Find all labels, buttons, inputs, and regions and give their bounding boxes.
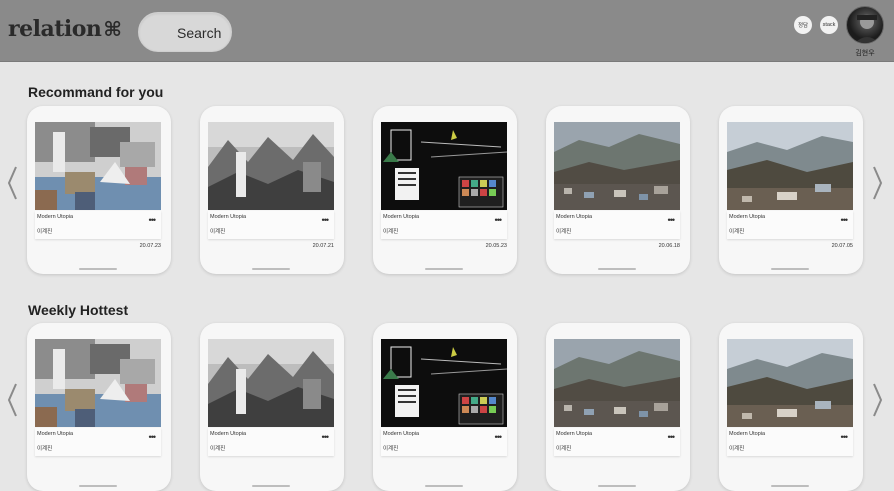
chevron-left-icon[interactable] bbox=[5, 382, 19, 418]
artwork-author: 이계진 bbox=[556, 446, 572, 452]
card-handle bbox=[771, 268, 809, 270]
more-icon[interactable]: ••• bbox=[668, 216, 676, 225]
chevron-right-icon[interactable] bbox=[871, 165, 885, 201]
username: 김현우 bbox=[855, 50, 875, 57]
artwork-info: Modern Utopia 이계진 ••• bbox=[35, 211, 161, 239]
artwork-thumbnail[interactable] bbox=[208, 339, 334, 427]
artwork-date: 20.05.23 bbox=[485, 243, 507, 249]
section-title-recommand: Recommand for you bbox=[28, 84, 164, 100]
artwork-thumbnail[interactable] bbox=[381, 339, 507, 427]
card-handle bbox=[79, 485, 117, 487]
artwork-title: Modern Utopia bbox=[383, 431, 420, 437]
artwork-card[interactable]: Modern Utopia 이계진 ••• 20.05.23 bbox=[373, 106, 517, 274]
artwork-card[interactable]: Modern Utopia 이계진 ••• bbox=[719, 323, 863, 491]
chevron-left-icon[interactable] bbox=[5, 165, 19, 201]
artwork-author: 이계진 bbox=[729, 229, 745, 235]
artwork-card[interactable]: Modern Utopia 이계진 ••• 20.06.18 bbox=[546, 106, 690, 274]
card-handle bbox=[79, 268, 117, 270]
artwork-title: Modern Utopia bbox=[37, 431, 74, 437]
artwork-author: 이계진 bbox=[37, 229, 53, 235]
search-button[interactable]: Search bbox=[138, 12, 232, 52]
artwork-title: Modern Utopia bbox=[383, 214, 420, 220]
artwork-title: Modern Utopia bbox=[37, 214, 74, 220]
artwork-thumbnail[interactable] bbox=[35, 122, 161, 210]
artwork-title: Modern Utopia bbox=[210, 214, 247, 220]
artwork-thumbnail[interactable] bbox=[208, 122, 334, 210]
artwork-date: 20.07.23 bbox=[139, 243, 161, 249]
artwork-author: 이계진 bbox=[383, 446, 399, 452]
card-handle bbox=[252, 485, 290, 487]
artwork-info: Modern Utopia 이계진 ••• bbox=[727, 428, 853, 456]
artwork-author: 이계진 bbox=[37, 446, 53, 452]
artwork-thumbnail[interactable] bbox=[727, 339, 853, 427]
artwork-info: Modern Utopia 이계진 ••• bbox=[208, 428, 334, 456]
artwork-title: Modern Utopia bbox=[556, 214, 593, 220]
artwork-author: 이계진 bbox=[729, 446, 745, 452]
artwork-info: Modern Utopia 이계진 ••• bbox=[208, 211, 334, 239]
logo-mark-icon: ⌘ bbox=[103, 17, 122, 41]
avatar[interactable] bbox=[846, 6, 884, 44]
artwork-date: 20.06.18 bbox=[658, 243, 680, 249]
card-handle bbox=[425, 485, 463, 487]
top-header: relation ⌘ Search 정담 stack 김현우 bbox=[0, 0, 894, 62]
card-handle bbox=[252, 268, 290, 270]
card-handle bbox=[598, 268, 636, 270]
search-label: Search bbox=[177, 25, 222, 41]
artwork-title: Modern Utopia bbox=[729, 214, 766, 220]
artwork-card[interactable]: Modern Utopia 이계진 ••• bbox=[200, 323, 344, 491]
artwork-info: Modern Utopia 이계진 ••• bbox=[554, 211, 680, 239]
artwork-title: Modern Utopia bbox=[729, 431, 766, 437]
more-icon[interactable]: ••• bbox=[322, 216, 330, 225]
artwork-info: Modern Utopia 이계진 ••• bbox=[727, 211, 853, 239]
artwork-author: 이계진 bbox=[210, 446, 226, 452]
nav-pill-jeongdam[interactable]: 정담 bbox=[794, 16, 812, 34]
logo[interactable]: relation ⌘ bbox=[8, 16, 122, 42]
artwork-card[interactable]: Modern Utopia 이계진 ••• bbox=[546, 323, 690, 491]
artwork-card[interactable]: Modern Utopia 이계진 ••• bbox=[373, 323, 517, 491]
card-handle bbox=[425, 268, 463, 270]
artwork-author: 이계진 bbox=[383, 229, 399, 235]
artwork-card[interactable]: Modern Utopia 이계진 ••• 20.07.05 bbox=[719, 106, 863, 274]
more-icon[interactable]: ••• bbox=[495, 433, 503, 442]
artwork-thumbnail[interactable] bbox=[554, 122, 680, 210]
artwork-card[interactable]: Modern Utopia 이계진 ••• 20.07.21 bbox=[200, 106, 344, 274]
artwork-card[interactable]: Modern Utopia 이계진 ••• bbox=[27, 323, 171, 491]
more-icon[interactable]: ••• bbox=[322, 433, 330, 442]
more-icon[interactable]: ••• bbox=[668, 433, 676, 442]
logo-text: relation bbox=[8, 16, 102, 42]
card-handle bbox=[598, 485, 636, 487]
artwork-info: Modern Utopia 이계진 ••• bbox=[381, 428, 507, 456]
section-title-weekly: Weekly Hottest bbox=[28, 302, 129, 318]
more-icon[interactable]: ••• bbox=[841, 433, 849, 442]
artwork-info: Modern Utopia 이계진 ••• bbox=[381, 211, 507, 239]
more-icon[interactable]: ••• bbox=[841, 216, 849, 225]
artwork-thumbnail[interactable] bbox=[554, 339, 680, 427]
chevron-right-icon[interactable] bbox=[871, 382, 885, 418]
artwork-info: Modern Utopia 이계진 ••• bbox=[35, 428, 161, 456]
artwork-thumbnail[interactable] bbox=[381, 122, 507, 210]
artwork-title: Modern Utopia bbox=[556, 431, 593, 437]
more-icon[interactable]: ••• bbox=[149, 216, 157, 225]
artwork-card[interactable]: Modern Utopia 이계진 ••• 20.07.23 bbox=[27, 106, 171, 274]
artwork-date: 20.07.21 bbox=[312, 243, 334, 249]
nav-pill-stack[interactable]: stack bbox=[820, 16, 838, 34]
artwork-info: Modern Utopia 이계진 ••• bbox=[554, 428, 680, 456]
artwork-author: 이계진 bbox=[210, 229, 226, 235]
artwork-thumbnail[interactable] bbox=[35, 339, 161, 427]
more-icon[interactable]: ••• bbox=[495, 216, 503, 225]
card-handle bbox=[771, 485, 809, 487]
artwork-date: 20.07.05 bbox=[831, 243, 853, 249]
artwork-thumbnail[interactable] bbox=[727, 122, 853, 210]
artwork-title: Modern Utopia bbox=[210, 431, 247, 437]
artwork-author: 이계진 bbox=[556, 229, 572, 235]
more-icon[interactable]: ••• bbox=[149, 433, 157, 442]
